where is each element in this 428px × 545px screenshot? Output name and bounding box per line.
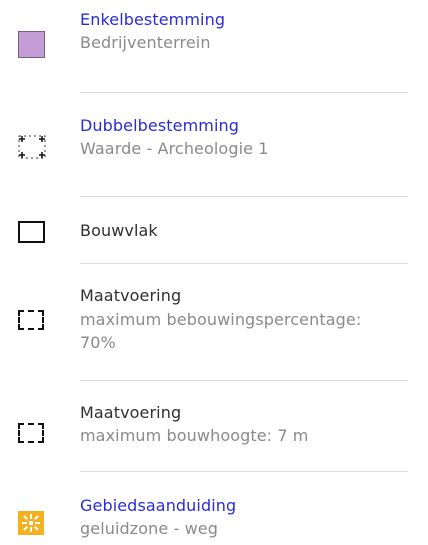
purple-fill-square-icon <box>18 31 45 58</box>
bouwvlak-label: Bouwvlak <box>80 221 158 240</box>
maatvoering-value: maximum bouwhoogte: 7 m <box>80 426 309 445</box>
solid-outline-square-icon <box>18 221 45 243</box>
gebiedsaanduiding-value: geluidzone - weg <box>80 519 218 538</box>
maatvoering-label: Maatvoering <box>80 286 182 305</box>
legend-item-gebiedsaanduiding: Gebiedsaanduiding geluidzone - weg <box>0 472 428 545</box>
legend-item-dubbelbestemming: Dubbelbestemming Waarde - Archeologie 1 <box>0 93 428 197</box>
dubbelbestemming-value: Waarde - Archeologie 1 <box>80 139 269 158</box>
dubbelbestemming-link[interactable]: Dubbelbestemming <box>80 116 380 136</box>
maatvoering-value: maximum bebouwingspercentage: 70% <box>80 308 380 354</box>
maatvoering-label: Maatvoering <box>80 403 182 422</box>
legend-item-maatvoering-bouwhoogte: Maatvoering maximum bouwhoogte: 7 m <box>0 381 428 471</box>
dashed-outline-square-icon <box>18 310 44 330</box>
legend-item-bouwvlak: Bouwvlak <box>0 197 428 263</box>
enkelbestemming-value: Bedrijventerrein <box>80 33 211 52</box>
legend-item-maatvoering-bebouwingspercentage: Maatvoering maximum bebouwingspercentage… <box>0 264 428 380</box>
legend-item-enkelbestemming: Enkelbestemming Bedrijventerrein <box>0 0 428 90</box>
enkelbestemming-link[interactable]: Enkelbestemming <box>80 10 380 30</box>
maatvoering-value-line2: 70% <box>80 333 116 352</box>
gebiedsaanduiding-link[interactable]: Gebiedsaanduiding <box>80 496 380 516</box>
orange-pattern-square-icon <box>18 511 44 535</box>
cross-corners-square-icon <box>18 135 46 159</box>
map-legend: Enkelbestemming Bedrijventerrein Dubbelb… <box>0 0 428 545</box>
dashed-outline-square-icon <box>18 423 44 443</box>
maatvoering-value-line1: maximum bebouwingspercentage: <box>80 310 362 329</box>
